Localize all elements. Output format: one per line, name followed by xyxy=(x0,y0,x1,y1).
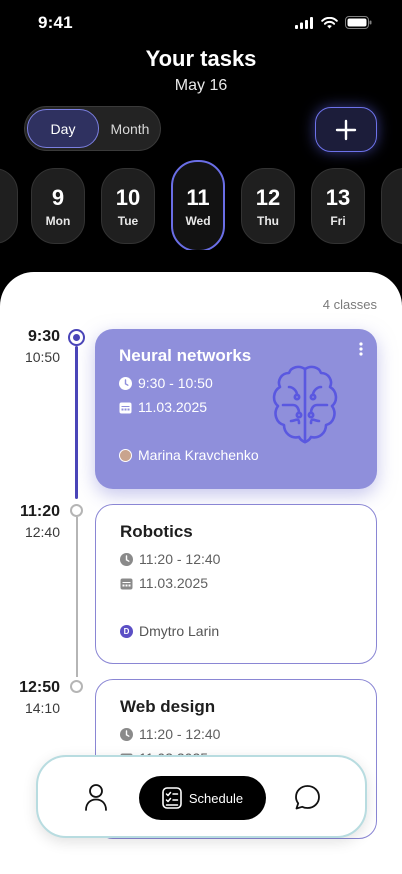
brain-icon xyxy=(272,365,338,444)
clock-icon xyxy=(120,727,133,741)
class-time-range: 11:20 - 12:40 xyxy=(139,551,221,567)
day-chip[interactable]: 12 Thu xyxy=(241,168,295,244)
classes-count: 4 classes xyxy=(322,297,377,312)
day-number: 10 xyxy=(115,184,141,210)
class-time-row: 11:20 - 12:40 xyxy=(120,551,220,567)
class-date-row: 11.03.2025 xyxy=(119,399,207,415)
calendar-icon xyxy=(119,402,132,413)
day-chip[interactable]: 10 Tue xyxy=(101,168,155,244)
day-number: 9 xyxy=(51,184,65,210)
chat-bubble-icon xyxy=(295,785,320,810)
nav-schedule-label: Schedule xyxy=(188,790,244,806)
class-date: 11.03.2025 xyxy=(138,399,208,415)
class-time-range: 9:30 - 10:50 xyxy=(138,375,213,391)
nav-profile-button[interactable] xyxy=(84,783,108,816)
class-date: 11.03.2025 xyxy=(139,575,209,591)
class-end-time: 14:10 xyxy=(24,700,60,716)
day-number: 11 xyxy=(186,184,210,210)
teacher-name: Dmytro Larin xyxy=(139,623,220,639)
user-icon xyxy=(85,784,107,811)
status-icons xyxy=(295,16,372,29)
clock-icon xyxy=(120,552,133,566)
battery-icon xyxy=(345,16,372,29)
status-time: 9:41 xyxy=(38,13,73,32)
class-card-active[interactable]: Neural networks 9:30 - 10:50 11.03.2025 … xyxy=(95,329,377,489)
class-time-row: 11:20 - 12:40 xyxy=(120,726,220,742)
more-options-button[interactable] xyxy=(359,342,363,361)
class-start-time: 11:20 xyxy=(19,503,60,520)
day-name: Wed xyxy=(185,213,211,228)
teacher-avatar: D xyxy=(120,624,133,638)
nav-schedule-button[interactable]: Schedule xyxy=(139,776,266,820)
add-task-button[interactable] xyxy=(315,107,377,152)
day-name: Fri xyxy=(330,213,346,228)
class-teacher: D Dmytro Larin xyxy=(120,623,219,639)
day-chip-selected[interactable]: 11 Wed xyxy=(171,160,225,250)
class-start-time: 12:50 xyxy=(19,679,60,696)
class-end-time: 10:50 xyxy=(24,349,60,365)
page-date: May 16 xyxy=(174,77,228,94)
timeline-line xyxy=(75,517,78,677)
teacher-avatar xyxy=(119,448,132,462)
teacher-name: Marina Kravchenko xyxy=(138,447,259,463)
day-chip[interactable]: 9 Mon xyxy=(31,168,85,244)
day-name: Mon xyxy=(45,213,71,228)
timeline-dot xyxy=(70,504,83,517)
class-end-time: 12:40 xyxy=(24,524,60,540)
class-time-range: 11:20 - 12:40 xyxy=(139,726,221,742)
day-number: 13 xyxy=(325,184,351,210)
page-title: Your tasks xyxy=(145,46,257,71)
class-start-time: 9:30 xyxy=(27,328,60,345)
day-name: Tue xyxy=(117,213,139,228)
status-bar: 9:41 xyxy=(0,0,402,46)
month-view-button[interactable]: Month xyxy=(101,109,159,148)
day-chip[interactable]: 1 xyxy=(381,168,402,244)
view-toggle: Day Month xyxy=(24,106,161,151)
day-name: Thu xyxy=(257,213,279,228)
calendar-icon xyxy=(120,578,133,589)
timeline-dot xyxy=(70,680,83,693)
wifi-icon xyxy=(321,16,338,28)
signal-icon xyxy=(295,16,313,29)
kebab-menu-icon xyxy=(359,342,363,356)
clock-icon xyxy=(119,376,132,390)
day-chip[interactable] xyxy=(0,168,18,244)
class-title: Web design xyxy=(120,697,216,716)
day-number: 12 xyxy=(255,184,281,210)
checklist-icon xyxy=(162,787,182,809)
nav-chat-button[interactable] xyxy=(294,784,321,816)
day-strip: 9 Mon 10 Tue 11 Wed 12 Thu 13 Fri 1 xyxy=(0,160,402,250)
day-view-button[interactable]: Day xyxy=(27,109,99,148)
class-teacher: Marina Kravchenko xyxy=(119,447,259,463)
class-date-row: 11.03.2025 xyxy=(120,575,208,591)
class-title: Robotics xyxy=(120,522,193,541)
day-chip[interactable]: 13 Fri xyxy=(311,168,365,244)
timeline-dot-current xyxy=(68,329,85,346)
class-title: Neural networks xyxy=(119,346,252,365)
bottom-nav: Schedule xyxy=(36,755,367,838)
timeline-progress xyxy=(75,346,78,499)
class-time-row: 9:30 - 10:50 xyxy=(119,375,213,391)
plus-icon xyxy=(335,119,357,140)
class-card[interactable]: Robotics 11:20 - 12:40 11.03.2025 D Dmyt… xyxy=(95,504,377,664)
